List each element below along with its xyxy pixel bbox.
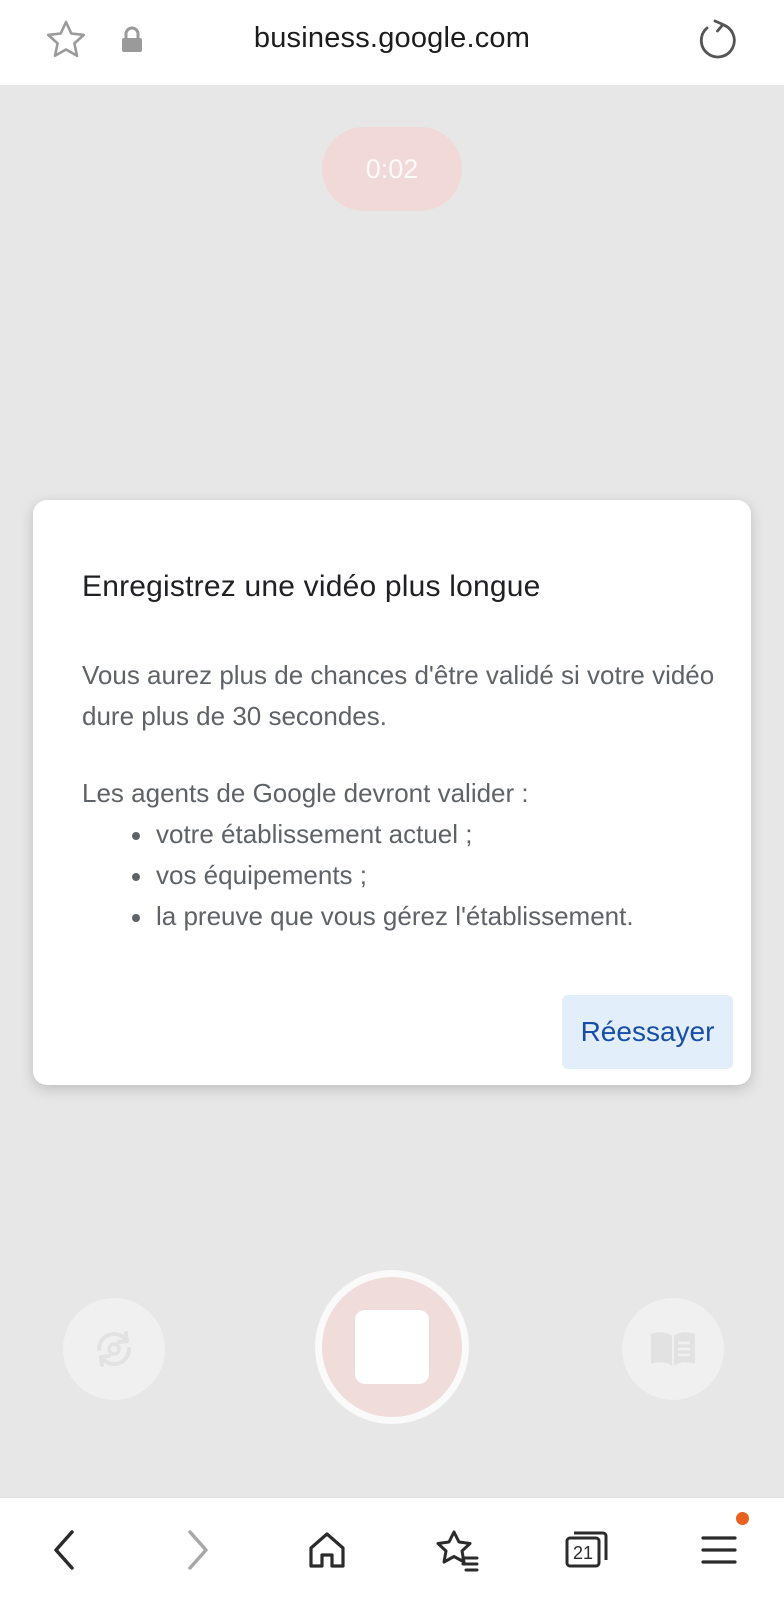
bottom-nav-bar: 21 bbox=[0, 1497, 784, 1600]
dialog-message: Vous aurez plus de chances d'être validé… bbox=[82, 660, 715, 731]
requirements-list: votre établissement actuel ; vos équipem… bbox=[132, 814, 634, 937]
retry-button[interactable]: Réessayer bbox=[562, 995, 733, 1069]
tabs-icon: 21 bbox=[565, 1531, 608, 1568]
bookmarks-star-list-icon bbox=[436, 1530, 479, 1572]
back-button[interactable] bbox=[34, 1520, 94, 1580]
list-item: vos équipements ; bbox=[132, 855, 634, 896]
tab-count: 21 bbox=[573, 1543, 593, 1563]
stop-recording-button[interactable] bbox=[315, 1270, 469, 1424]
tabs-button[interactable]: 21 bbox=[557, 1520, 617, 1580]
address-bar: business.google.com bbox=[0, 0, 784, 85]
home-icon bbox=[309, 1532, 345, 1568]
menu-button[interactable] bbox=[689, 1520, 749, 1580]
book-icon bbox=[651, 1332, 695, 1366]
recording-timer: 0:02 bbox=[322, 127, 462, 211]
dialog-title: Enregistrez une vidéo plus longue bbox=[82, 570, 541, 603]
list-item: la preuve que vous gérez l'établissement… bbox=[132, 896, 634, 937]
url-text[interactable]: business.google.com bbox=[0, 22, 784, 55]
guide-button[interactable] bbox=[622, 1298, 724, 1400]
dialog-list-intro: Les agents de Google devront valider : bbox=[82, 778, 529, 808]
notification-dot bbox=[736, 1512, 749, 1525]
list-item: votre établissement actuel ; bbox=[132, 814, 634, 855]
forward-button[interactable] bbox=[168, 1520, 228, 1580]
chevron-left-icon bbox=[54, 1530, 74, 1570]
bookmarks-button[interactable] bbox=[427, 1520, 487, 1580]
timer-text: 0:02 bbox=[365, 153, 419, 184]
stop-icon bbox=[355, 1310, 429, 1384]
switch-camera-button[interactable] bbox=[63, 1298, 165, 1400]
switch-camera-icon bbox=[97, 1331, 131, 1367]
home-button[interactable] bbox=[297, 1520, 357, 1580]
reload-icon[interactable] bbox=[695, 18, 739, 62]
video-length-dialog: Enregistrez une vidéo plus longue Vous a… bbox=[33, 500, 751, 1085]
hamburger-menu-icon bbox=[701, 1536, 737, 1564]
chevron-right-icon bbox=[188, 1530, 208, 1570]
